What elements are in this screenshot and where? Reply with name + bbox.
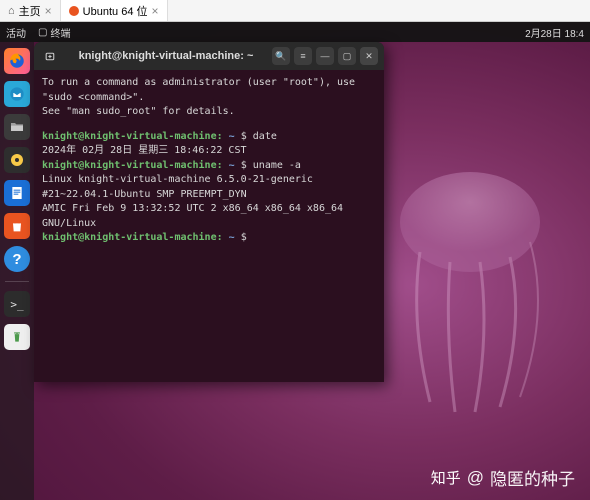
new-tab-button[interactable] bbox=[40, 46, 60, 66]
terminal-titlebar[interactable]: knight@knight-virtual-machine: ~ 🔍 ≡ — ▢… bbox=[34, 42, 384, 70]
dock-files[interactable] bbox=[4, 114, 30, 140]
terminal-app-icon: ▢ bbox=[38, 27, 47, 38]
watermark-user: 隐匿的种子 bbox=[490, 465, 575, 490]
command-text: date bbox=[253, 131, 277, 142]
search-button[interactable]: 🔍 bbox=[272, 47, 290, 65]
vm-tab-ubuntu[interactable]: Ubuntu 64 位 × bbox=[61, 0, 168, 21]
vm-tab-strip: ⌂ 主页 × Ubuntu 64 位 × bbox=[0, 0, 590, 22]
watermark-at: @ bbox=[467, 468, 484, 488]
files-icon bbox=[9, 119, 25, 135]
dock-trash[interactable] bbox=[4, 324, 30, 350]
app-menu[interactable]: ▢ 终端 bbox=[38, 25, 70, 40]
terminal-line: Linux knight-virtual-machine 6.5.0-21-ge… bbox=[42, 173, 376, 202]
help-icon: ? bbox=[12, 251, 21, 268]
prompt-user: knight@knight-virtual-machine: bbox=[42, 131, 223, 142]
prompt-separator: $ bbox=[235, 160, 253, 171]
shopping-bag-icon bbox=[9, 218, 25, 234]
close-icon[interactable]: × bbox=[152, 4, 159, 18]
ubuntu-desktop: 活动 ▢ 终端 2月28日 18:4 ? bbox=[0, 22, 590, 500]
dock-help[interactable]: ? bbox=[4, 246, 30, 272]
close-button[interactable]: ✕ bbox=[360, 47, 378, 65]
new-tab-icon bbox=[44, 50, 57, 63]
dock-software[interactable] bbox=[4, 213, 30, 239]
minimize-button[interactable]: — bbox=[316, 47, 334, 65]
vm-tab-home-label: 主页 bbox=[19, 3, 41, 19]
dock-firefox[interactable] bbox=[4, 48, 30, 74]
ubuntu-icon bbox=[69, 6, 79, 16]
app-menu-label: 终端 bbox=[50, 25, 70, 40]
home-icon: ⌂ bbox=[8, 5, 15, 17]
hamburger-icon: ≡ bbox=[300, 51, 305, 61]
prompt-path: ~ bbox=[223, 131, 235, 142]
blank-line bbox=[42, 120, 376, 130]
prompt-separator: $ bbox=[235, 232, 247, 243]
activities-button[interactable]: 活动 bbox=[6, 25, 26, 40]
terminal-line: AMIC Fri Feb 9 13:32:52 UTC 2 x86_64 x86… bbox=[42, 202, 376, 231]
wallpaper-jellyfish bbox=[360, 162, 560, 422]
terminal-icon: >_ bbox=[10, 298, 23, 311]
terminal-title: knight@knight-virtual-machine: ~ bbox=[64, 50, 268, 62]
prompt-user: knight@knight-virtual-machine: bbox=[42, 160, 223, 171]
maximize-icon: ▢ bbox=[343, 51, 352, 62]
terminal-line: knight@knight-virtual-machine: ~ $ date bbox=[42, 130, 376, 145]
terminal-line: knight@knight-virtual-machine: ~ $ bbox=[42, 231, 376, 246]
terminal-line: knight@knight-virtual-machine: ~ $ uname… bbox=[42, 159, 376, 174]
dock-separator bbox=[5, 281, 29, 282]
trash-icon bbox=[10, 330, 24, 344]
terminal-line: To run a command as administrator (user … bbox=[42, 76, 376, 105]
vm-tab-home[interactable]: ⌂ 主页 × bbox=[0, 0, 61, 21]
prompt-separator: $ bbox=[235, 131, 253, 142]
dock: ? >_ bbox=[0, 42, 34, 500]
command-text: uname -a bbox=[253, 160, 301, 171]
prompt-user: knight@knight-virtual-machine: bbox=[42, 232, 223, 243]
maximize-button[interactable]: ▢ bbox=[338, 47, 356, 65]
prompt-path: ~ bbox=[223, 160, 235, 171]
gnome-topbar: 活动 ▢ 终端 2月28日 18:4 bbox=[0, 22, 590, 42]
minimize-icon: — bbox=[321, 51, 330, 61]
vm-tab-ubuntu-label: Ubuntu 64 位 bbox=[83, 3, 148, 19]
music-icon bbox=[9, 152, 25, 168]
terminal-line: 2024年 02月 28日 星期三 18:46:22 CST bbox=[42, 144, 376, 159]
clock[interactable]: 2月28日 18:4 bbox=[525, 25, 584, 40]
dock-terminal[interactable]: >_ bbox=[4, 291, 30, 317]
mail-icon bbox=[9, 86, 25, 102]
close-icon[interactable]: × bbox=[45, 4, 52, 18]
document-icon bbox=[9, 185, 25, 201]
terminal-body[interactable]: To run a command as administrator (user … bbox=[34, 70, 384, 382]
prompt-path: ~ bbox=[223, 232, 235, 243]
terminal-window: knight@knight-virtual-machine: ~ 🔍 ≡ — ▢… bbox=[34, 42, 384, 382]
dock-thunderbird[interactable] bbox=[4, 81, 30, 107]
zhihu-logo: 知乎 bbox=[431, 467, 461, 488]
dock-rhythmbox[interactable] bbox=[4, 147, 30, 173]
firefox-icon bbox=[8, 52, 26, 70]
menu-button[interactable]: ≡ bbox=[294, 47, 312, 65]
search-icon: 🔍 bbox=[275, 51, 286, 62]
terminal-line: See "man sudo_root" for details. bbox=[42, 105, 376, 120]
watermark: 知乎 @ 隐匿的种子 bbox=[431, 465, 575, 490]
dock-libreoffice[interactable] bbox=[4, 180, 30, 206]
close-icon: ✕ bbox=[365, 51, 373, 62]
